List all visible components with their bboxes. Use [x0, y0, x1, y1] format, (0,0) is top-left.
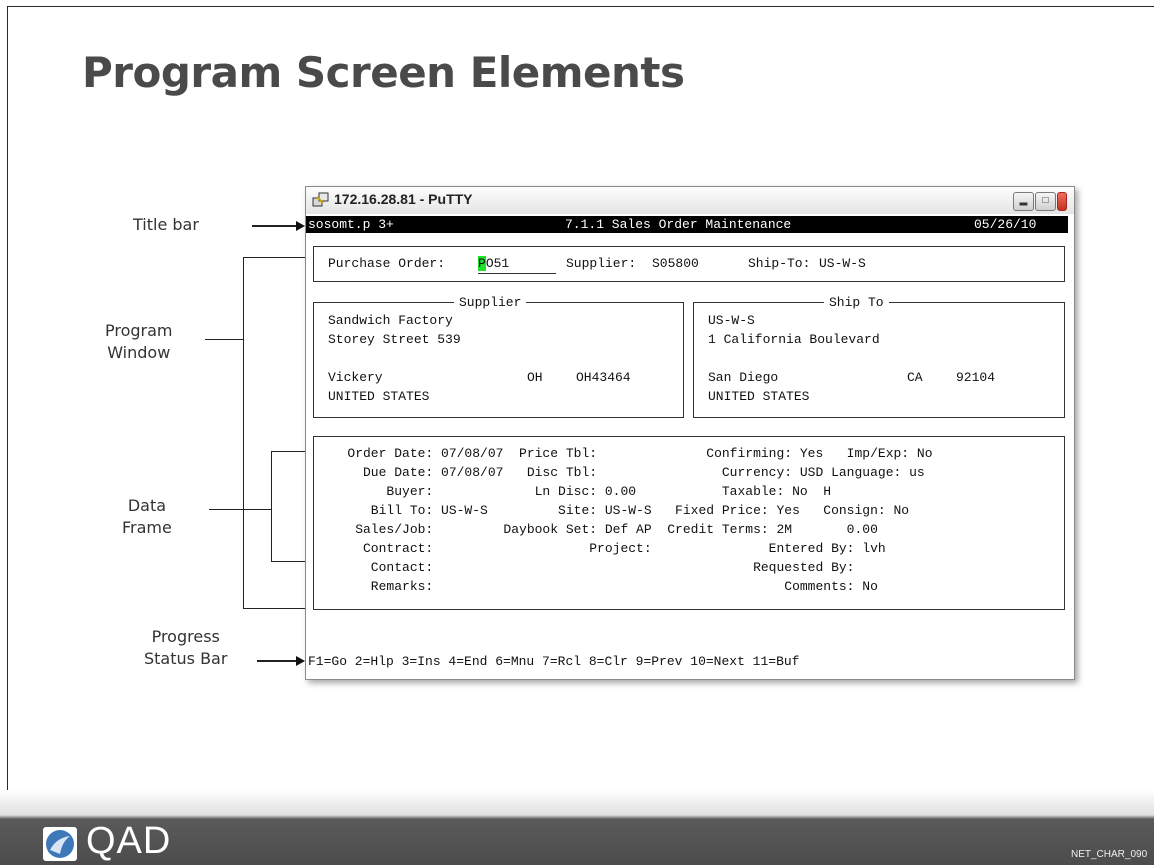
putty-icon	[312, 192, 329, 207]
program-window-pointer	[205, 339, 243, 340]
data-frame-row: Due Date: 07/08/07 Disc Tbl: Currency: U…	[324, 465, 925, 480]
annotation-title-bar: Title bar	[133, 215, 199, 234]
data-frame-row: Buyer: Ln Disc: 0.00 Taxable: No H	[324, 484, 832, 499]
minimize-button[interactable]: ▂	[1013, 192, 1034, 211]
ship-to-frame-title: Ship To	[824, 293, 889, 312]
data-frame-row: Contact: Requested By:	[324, 560, 855, 575]
purchase-order-value: O51	[485, 256, 510, 271]
ship-to-state: CA	[907, 370, 923, 385]
ship-to-zip: 92104	[956, 370, 996, 385]
annotation-program-window-line1: Program	[105, 321, 173, 340]
program-window-bracket-bottom	[243, 608, 305, 609]
data-frame-pointer	[209, 509, 271, 510]
ship-to-city: San Diego	[708, 370, 779, 385]
terminal-screen[interactable]: sosomt.p 3+ 7.1.1 Sales Order Maintenanc…	[306, 214, 1074, 679]
program-header-bar: sosomt.p 3+ 7.1.1 Sales Order Maintenanc…	[306, 216, 1068, 233]
supplier-frame: Supplier Sandwich Factory Storey Street …	[313, 293, 684, 418]
supplier-label: Supplier:	[566, 256, 637, 271]
header-frame: Purchase Order: PO51 Supplier: S05800 Sh…	[313, 246, 1065, 282]
status-bar-pointer	[257, 660, 297, 662]
supplier-state: OH	[527, 370, 543, 385]
data-frame-row: Sales/Job: Daybook Set: Def AP Credit Te…	[324, 522, 878, 537]
window-title: 172.16.28.81 - PuTTY	[334, 191, 473, 207]
function-key-status-bar: F1=Go 2=Hlp 3=Ins 4=End 6=Mnu 7=Rcl 8=Cl…	[308, 654, 800, 669]
program-name: sosomt.p 3+	[308, 217, 394, 232]
ship-to-name: US-W-S	[708, 313, 755, 328]
ship-to-label: Ship-To:	[748, 256, 811, 271]
slide-title: Program Screen Elements	[82, 48, 685, 97]
annotation-data-frame: Data Frame	[122, 495, 172, 539]
annotation-program-window: Program Window	[105, 320, 173, 364]
ship-to-country: UNITED STATES	[708, 389, 810, 404]
status-bar-arrow-icon	[296, 656, 305, 666]
maximize-button[interactable]: □	[1035, 192, 1056, 211]
annotation-status-bar-line1: Progress	[151, 627, 220, 646]
data-frame: Order Date: 07/08/07 Price Tbl: Confirmi…	[313, 436, 1065, 610]
annotation-program-window-line2: Window	[107, 343, 171, 362]
supplier-zip: OH43464	[576, 370, 631, 385]
ship-to-value[interactable]: US-W-S	[819, 254, 866, 273]
data-frame-row: Remarks: Comments: No	[324, 579, 878, 594]
supplier-country: UNITED STATES	[328, 389, 430, 404]
annotation-data-frame-line1: Data	[127, 496, 167, 515]
slide-code: NET_CHAR_090	[1071, 849, 1148, 860]
slide-footer	[0, 815, 1154, 865]
annotation-data-frame-line2: Frame	[122, 518, 172, 537]
program-window-bracket	[243, 257, 244, 608]
putty-window[interactable]: 172.16.28.81 - PuTTY ▂ □ sosomt.p 3+ 7.1…	[305, 186, 1075, 680]
header-date: 05/26/10	[974, 217, 1037, 232]
title-bar-arrow-icon	[296, 221, 305, 231]
supplier-frame-title: Supplier	[454, 293, 527, 312]
purchase-order-label: Purchase Order:	[328, 256, 446, 271]
purchase-order-field[interactable]: PO51	[478, 254, 556, 274]
ship-to-street: 1 California Boulevard	[708, 332, 880, 347]
data-frame-row: Contract: Project: Entered By: lvh	[324, 541, 886, 556]
data-frame-row: Bill To: US-W-S Site: US-W-S Fixed Price…	[324, 503, 910, 518]
program-window-bracket-top	[243, 257, 305, 258]
window-titlebar[interactable]: 172.16.28.81 - PuTTY ▂ □	[306, 187, 1074, 214]
data-frame-bracket	[271, 451, 272, 561]
supplier-name: Sandwich Factory	[328, 313, 453, 328]
annotation-status-bar-line2: Status Bar	[144, 649, 228, 668]
title-bar-pointer	[252, 225, 297, 227]
data-frame-row: Order Date: 07/08/07 Price Tbl: Confirmi…	[324, 446, 933, 461]
qad-logo-icon	[43, 827, 77, 861]
footer-shade	[0, 790, 1154, 818]
supplier-street: Storey Street 539	[328, 332, 461, 347]
menu-title: 7.1.1 Sales Order Maintenance	[565, 217, 792, 232]
text-cursor: P	[478, 256, 486, 271]
supplier-value[interactable]: S05800	[652, 254, 699, 273]
annotation-status-bar: Progress Status Bar	[144, 626, 227, 670]
close-button[interactable]	[1057, 192, 1067, 211]
qad-logo-text: QAD	[86, 820, 172, 862]
ship-to-frame: Ship To US-W-S 1 California Boulevard Sa…	[693, 293, 1065, 418]
supplier-city: Vickery	[328, 370, 383, 385]
